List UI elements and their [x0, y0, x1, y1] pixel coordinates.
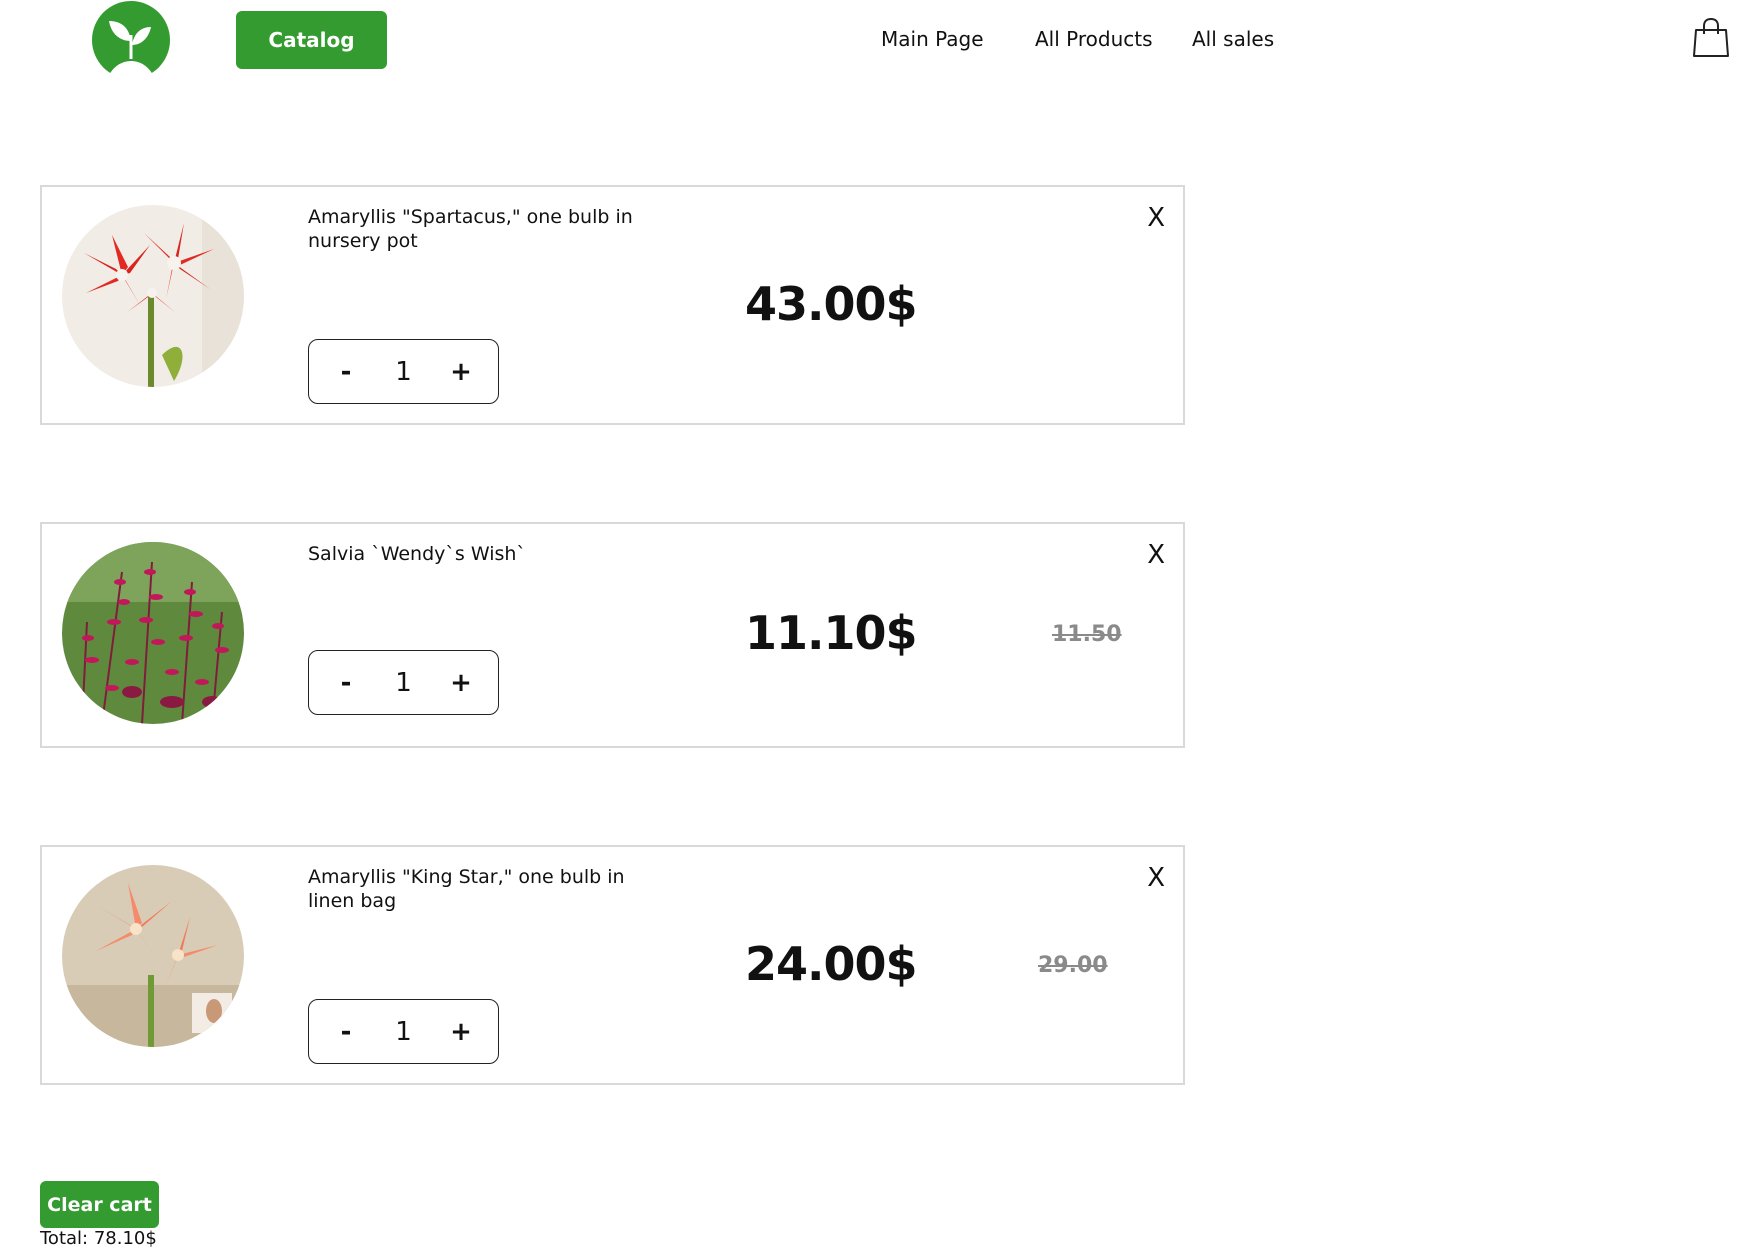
clear-cart-button[interactable]: Clear cart: [40, 1181, 159, 1228]
quantity-stepper: - 1 +: [308, 339, 499, 404]
red-white-amaryllis-photo: [62, 205, 244, 387]
decrease-button[interactable]: -: [333, 668, 359, 698]
remove-item-button[interactable]: X: [1147, 865, 1165, 891]
cart-button[interactable]: [1692, 17, 1730, 58]
decrease-button[interactable]: -: [333, 357, 359, 387]
quantity-stepper: - 1 +: [308, 999, 499, 1064]
current-price: 11.10$: [745, 606, 918, 660]
catalog-button[interactable]: Catalog: [236, 11, 387, 69]
nav-main-page[interactable]: Main Page: [881, 27, 984, 51]
current-price: 24.00$: [745, 937, 918, 991]
shopping-bag-icon: [1693, 17, 1729, 57]
salmon-amaryllis-photo: [62, 865, 244, 1047]
nav-all-sales[interactable]: All sales: [1192, 27, 1274, 51]
old-price: 11.50: [1052, 622, 1122, 647]
magenta-salvia-photo: [62, 542, 244, 724]
current-price: 43.00$: [745, 277, 918, 331]
logo[interactable]: [89, 1, 174, 79]
increase-button[interactable]: +: [448, 1017, 474, 1047]
increase-button[interactable]: +: [448, 357, 474, 387]
cart-item: Amaryllis "Spartacus," one bulb in nurse…: [40, 185, 1185, 425]
product-name[interactable]: Amaryllis "King Star," one bulb in linen…: [308, 865, 668, 913]
old-price: 29.00: [1038, 953, 1108, 978]
cart-item: Amaryllis "King Star," one bulb in linen…: [40, 845, 1185, 1085]
leaf-sprout-icon: [92, 1, 170, 79]
product-image[interactable]: [62, 865, 244, 1047]
cart-total: Total: 78.10$: [40, 1228, 157, 1249]
decrease-button[interactable]: -: [333, 1017, 359, 1047]
cart-item: Salvia `Wendy`s Wish` - 1 + 11.10$ 11.50…: [40, 522, 1185, 748]
quantity-stepper: - 1 +: [308, 650, 499, 715]
product-name[interactable]: Amaryllis "Spartacus," one bulb in nurse…: [308, 205, 668, 253]
remove-item-button[interactable]: X: [1147, 205, 1165, 231]
increase-button[interactable]: +: [448, 668, 474, 698]
nav-all-products[interactable]: All Products: [1035, 27, 1153, 51]
quantity-value: 1: [395, 667, 412, 698]
product-name[interactable]: Salvia `Wendy`s Wish`: [308, 542, 668, 566]
quantity-value: 1: [395, 356, 412, 387]
product-image[interactable]: [62, 542, 244, 724]
remove-item-button[interactable]: X: [1147, 542, 1165, 568]
product-image[interactable]: [62, 205, 244, 387]
quantity-value: 1: [395, 1016, 412, 1047]
